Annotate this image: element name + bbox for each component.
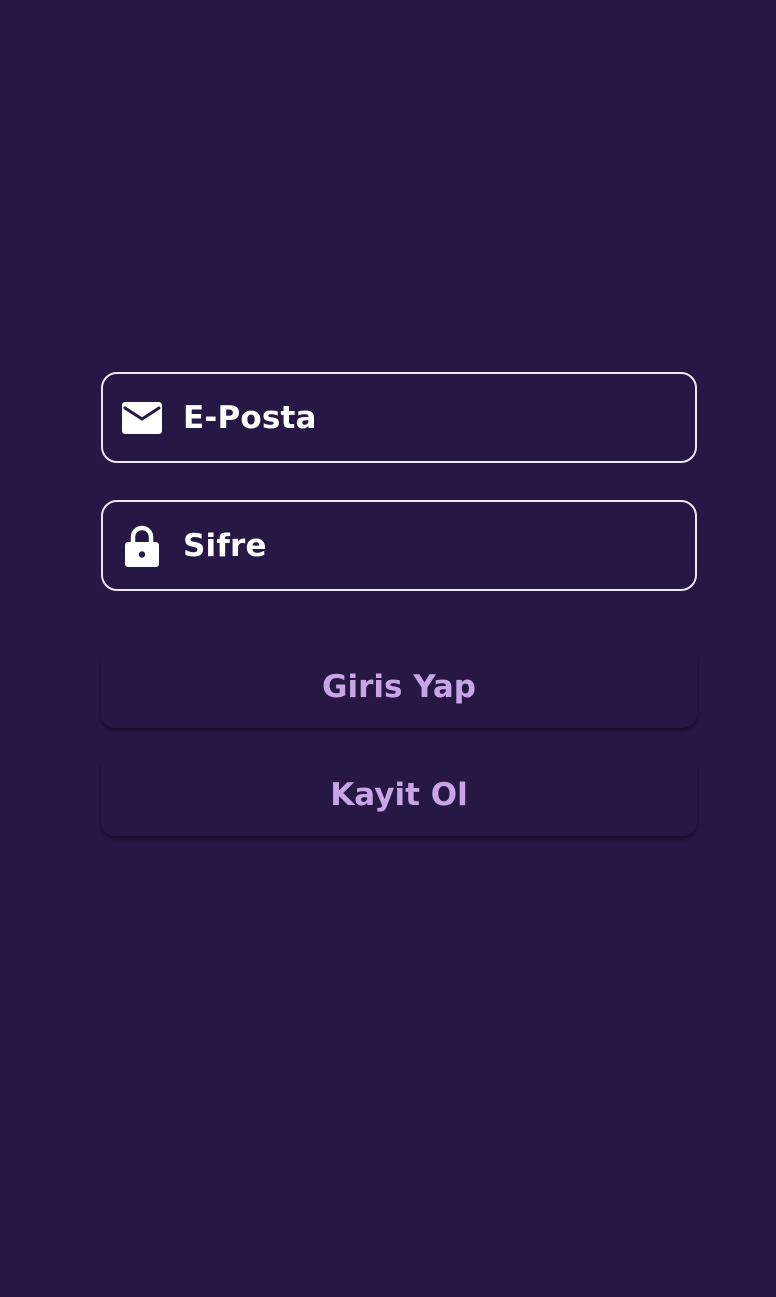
email-field[interactable]: E-Posta <box>101 372 697 463</box>
register-button[interactable]: Kayit Ol <box>101 754 697 836</box>
lock-icon <box>121 525 163 567</box>
email-placeholder: E-Posta <box>183 399 317 436</box>
login-screen: E-Posta Sifre Giris Yap Kayit Ol <box>0 0 776 1297</box>
password-placeholder: Sifre <box>183 527 267 564</box>
envelope-icon <box>121 397 163 439</box>
login-button[interactable]: Giris Yap <box>101 646 697 728</box>
password-field[interactable]: Sifre <box>101 500 697 591</box>
